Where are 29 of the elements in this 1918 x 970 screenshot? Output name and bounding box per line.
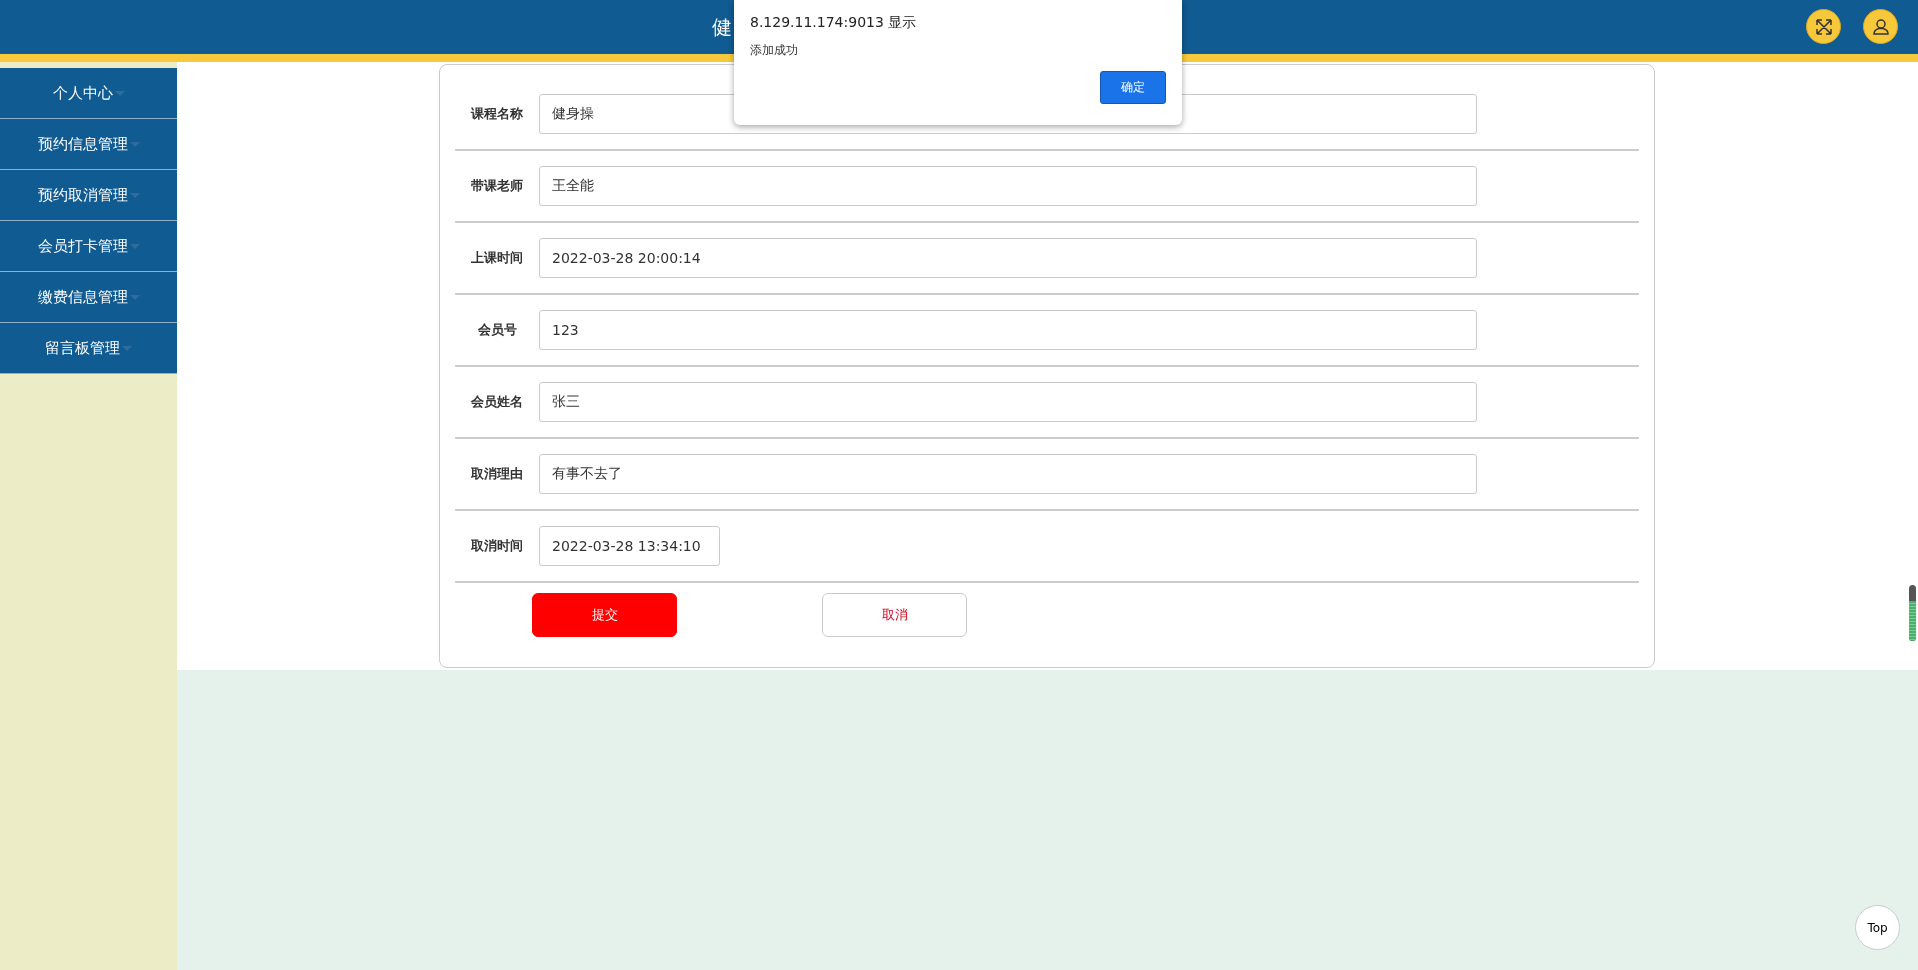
text-field[interactable]: 张三: [539, 382, 1477, 422]
field-label: 上课时间: [470, 249, 524, 267]
sidebar-item[interactable]: 个人中心: [0, 68, 177, 119]
sidebar-item[interactable]: 缴费信息管理: [0, 272, 177, 323]
field-label: 课程名称: [469, 105, 524, 123]
site-title: 健: [712, 13, 732, 41]
text-field[interactable]: 王全能: [539, 166, 1477, 206]
text-field[interactable]: 123: [539, 310, 1477, 350]
field-label: 取消理由: [470, 465, 524, 483]
field-label: 会员号: [476, 321, 518, 339]
field-label: 带课老师: [470, 177, 524, 195]
text-field[interactable]: 有事不去了: [539, 454, 1477, 494]
text-field[interactable]: 2022-03-28 13:34:10: [539, 526, 720, 566]
text-field[interactable]: 2022-03-28 20:00:14: [539, 238, 1477, 278]
sidebar-item[interactable]: 留言板管理: [0, 323, 177, 374]
sidebar-item[interactable]: 会员打卡管理: [0, 221, 177, 272]
dialog-title: 8.129.11.174:9013 显示: [750, 14, 918, 32]
field-label: 取消时间: [470, 537, 524, 555]
sidebar-item[interactable]: 预约取消管理: [0, 170, 177, 221]
back-to-top-button[interactable]: Top: [1855, 905, 1900, 950]
fullscreen-icon[interactable]: [1806, 9, 1841, 44]
dialog-message: 添加成功: [750, 42, 799, 59]
ok-button[interactable]: 确定: [1100, 71, 1166, 104]
cancel-button[interactable]: 取消: [822, 593, 967, 637]
submit-button[interactable]: 提交: [532, 593, 677, 637]
scroll-indicator: [1909, 585, 1916, 641]
sidebar-item[interactable]: 预约信息管理: [0, 119, 177, 170]
field-label: 会员姓名: [470, 393, 524, 411]
user-icon[interactable]: [1863, 9, 1898, 44]
